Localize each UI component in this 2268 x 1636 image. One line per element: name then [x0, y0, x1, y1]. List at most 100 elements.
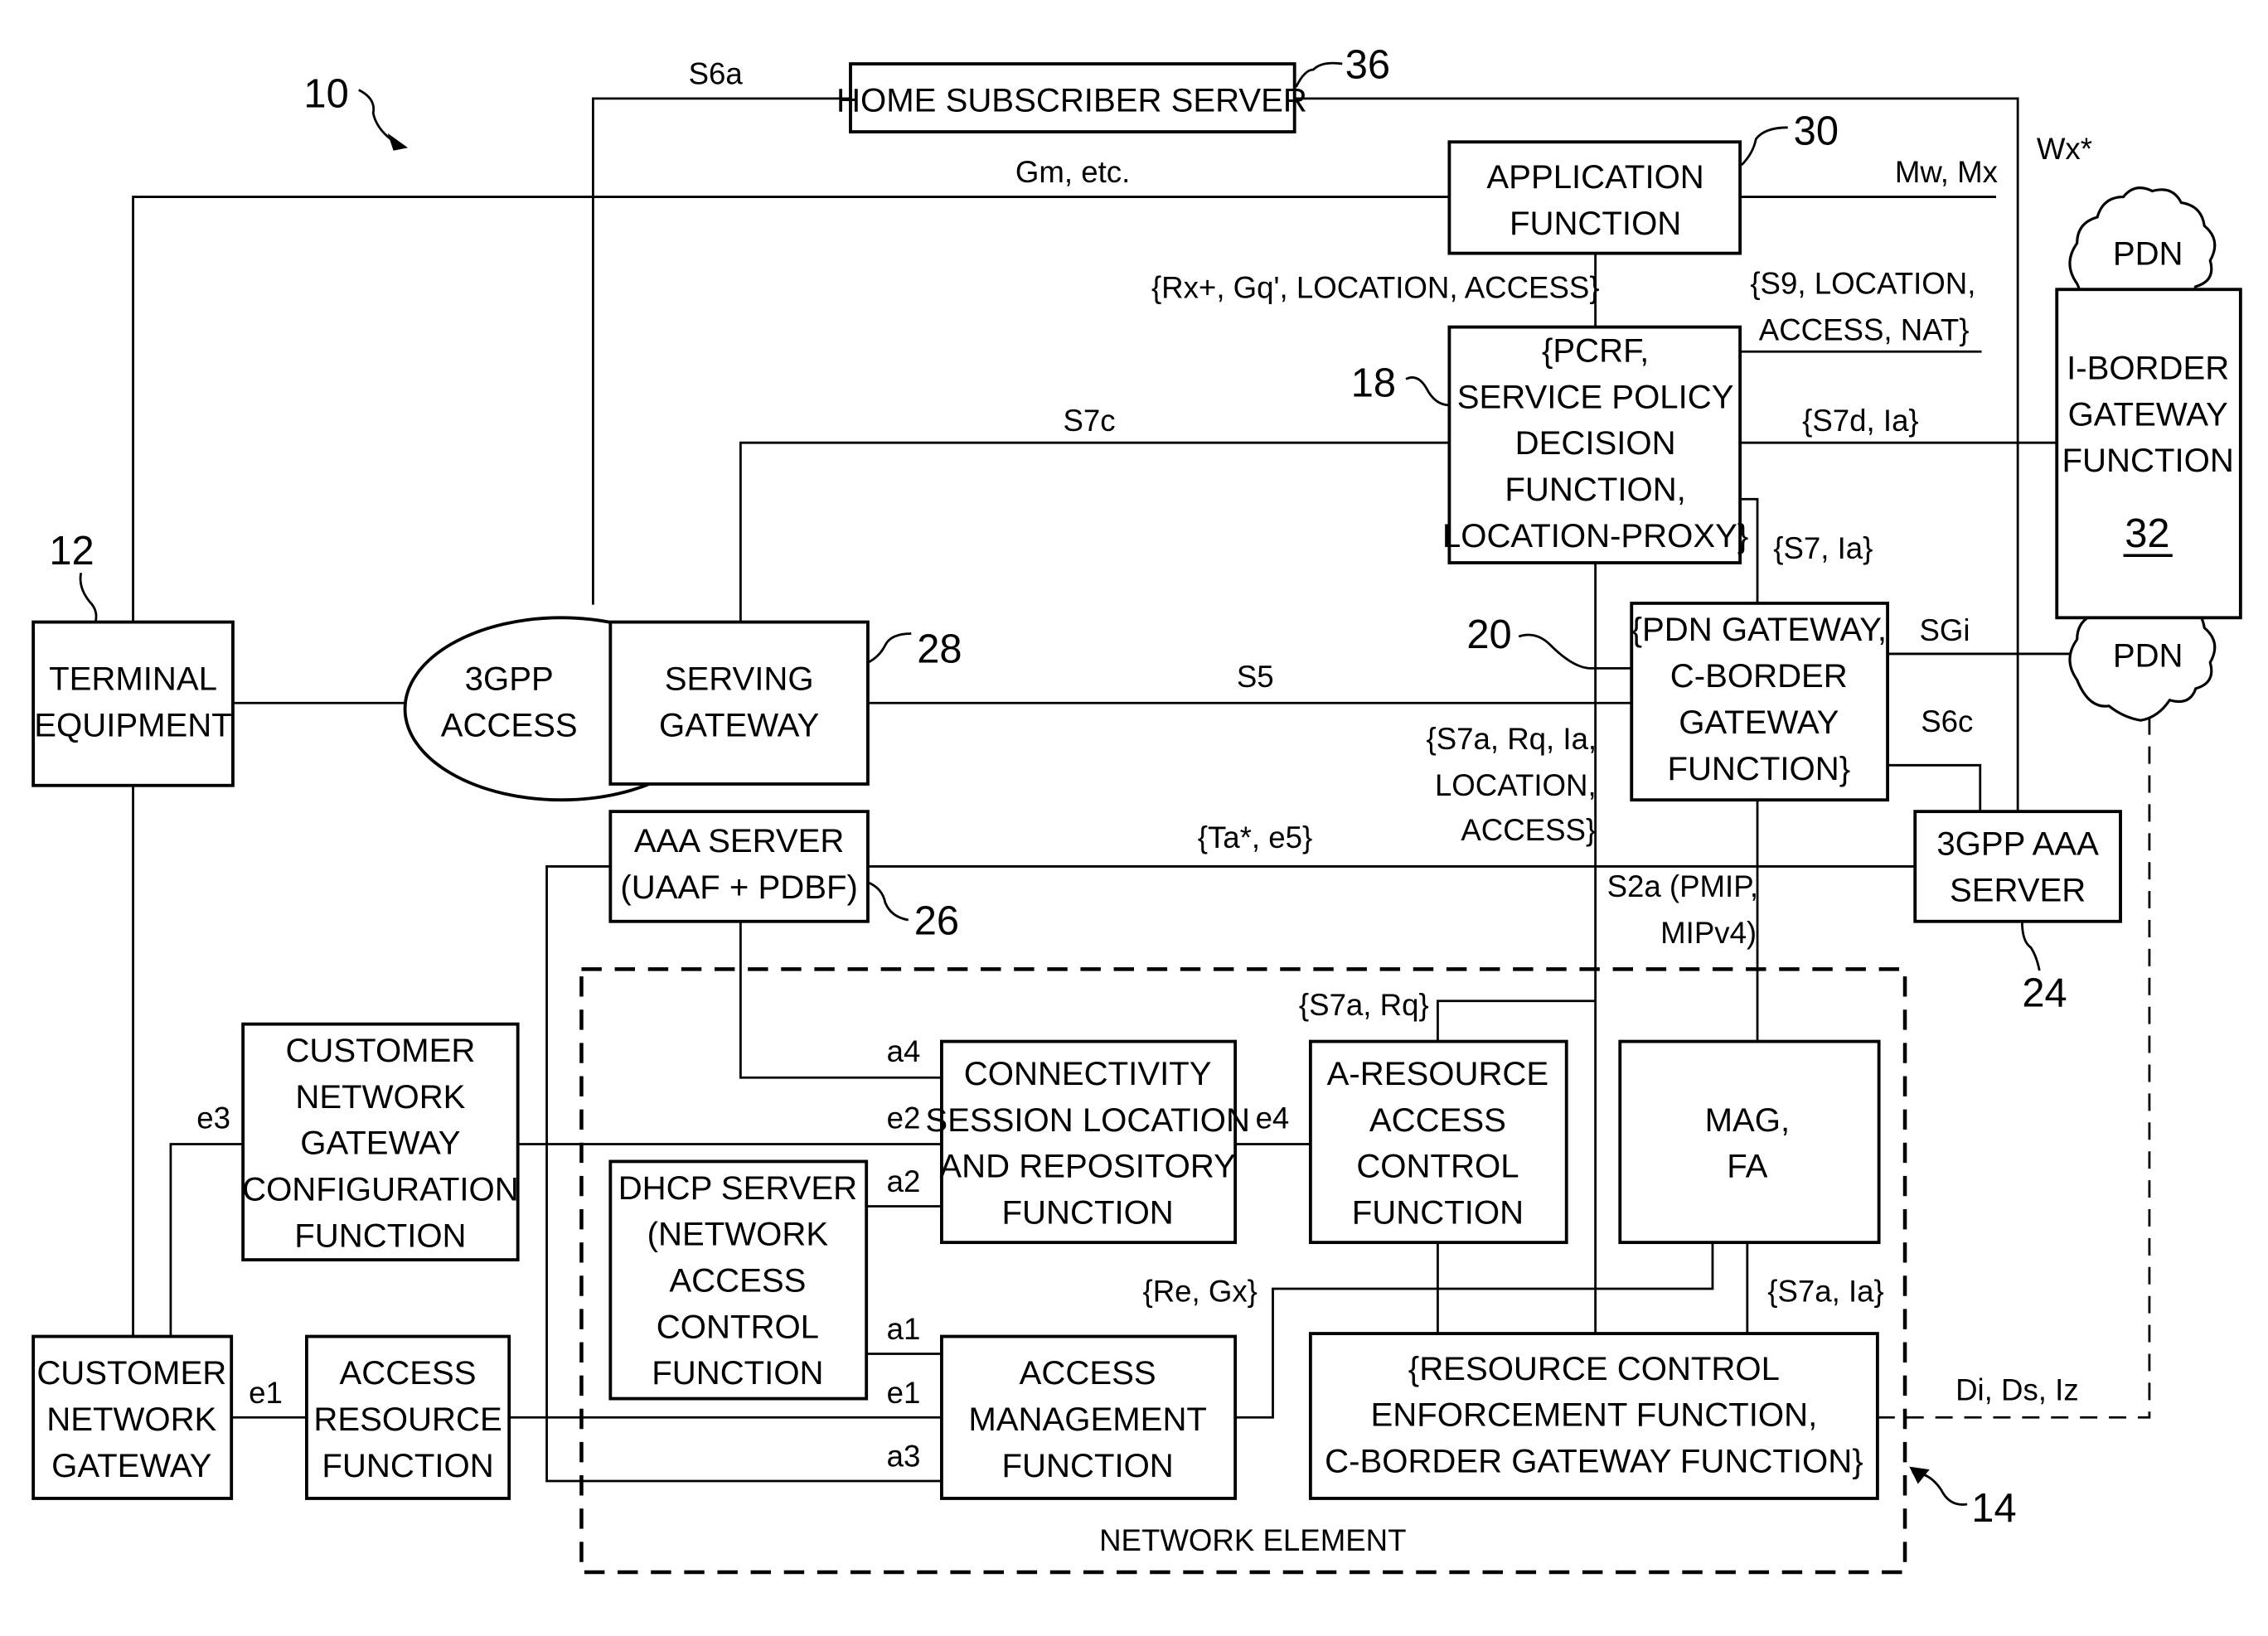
sgw-label-line: GATEWAY [659, 706, 819, 743]
leader-24 [2020, 921, 2041, 971]
label-s7a-ia: {S7a, Ia} [1767, 1275, 1884, 1309]
arrow-head-10 [387, 133, 409, 151]
label-s7: {S7, Ia} [1773, 531, 1873, 565]
dhcp-label-line: (NETWORK [647, 1216, 829, 1253]
sgw-label-line: SERVING [665, 661, 814, 698]
aaa-label-line: AAA SERVER [634, 822, 845, 859]
ref-32: 32 [2125, 511, 2169, 556]
ibgf-label-line: GATEWAY [2068, 395, 2228, 433]
dhcp-label-line: FUNCTION [652, 1354, 823, 1392]
te-label-line: TERMINAL [49, 661, 217, 698]
ibgf-label-line: I-BORDER [2067, 349, 2229, 386]
pdn_top-label-line: PDN [2113, 235, 2183, 273]
ref-26: 26 [914, 898, 959, 943]
af-label-line: FUNCTION [1510, 205, 1681, 242]
clf-label-line: SESSION LOCATION [925, 1101, 1250, 1139]
cngcf-label-line: CUSTOMER [285, 1032, 475, 1069]
mag-label-line: MAG, [1705, 1101, 1791, 1139]
leader-20 [1518, 633, 1632, 670]
label-a2: a2 [887, 1164, 921, 1198]
label-s6c: S6c [1921, 704, 1973, 738]
link-s6a [592, 97, 850, 605]
amf-label-line: MANAGEMENT [968, 1401, 1207, 1438]
mag-label-line: FA [1727, 1148, 1767, 1185]
cngcf-label-line: CONFIGURATION [242, 1171, 519, 1208]
label-s9-line2: ACCESS, NAT} [1759, 312, 1970, 346]
label-re-gx: {Re, Gx} [1142, 1275, 1257, 1309]
aaa-label-line: (UAAF + PDBF) [620, 869, 857, 906]
amf-label-line: FUNCTION [1002, 1447, 1174, 1484]
cngcf-label-line: FUNCTION [294, 1217, 466, 1254]
link-e3 [169, 1143, 244, 1337]
label-e4: e4 [1256, 1101, 1290, 1135]
pcrf-label-line: {PCRF, [1542, 332, 1649, 369]
label-e3: e3 [196, 1101, 230, 1135]
ref-30: 30 [1794, 109, 1839, 154]
label-wx: Wx* [2037, 132, 2092, 166]
pgw-label-line: FUNCTION} [1667, 750, 1850, 787]
label-di-ds-iz: Di, Ds, Iz [1955, 1372, 2079, 1406]
pcrf-label-line: LOCATION-PROXY} [1442, 517, 1748, 554]
aaa3gpp-label-line: SERVER [1950, 871, 2086, 908]
label-s2a-2: MIPv4) [1660, 916, 1757, 950]
rcef-label-line: C-BORDER GATEWAY FUNCTION} [1325, 1443, 1863, 1480]
terminal-equipment-box[interactable] [32, 620, 235, 787]
label-s2a-1: S2a (PMIP, [1607, 869, 1759, 903]
leader-26 [867, 881, 909, 922]
pgw-label-line: GATEWAY [1679, 704, 1839, 741]
label-s7a-rq-ia-2: LOCATION, [1435, 768, 1597, 802]
label-s7d: {S7d, Ia} [1802, 404, 1919, 438]
ibgf-label-line: FUNCTION [2062, 442, 2234, 479]
label-s6a: S6a [689, 56, 744, 90]
label-a3: a3 [887, 1440, 921, 1474]
mag-fa-box[interactable] [1618, 1039, 1881, 1245]
clf-label-line: FUNCTION [1002, 1193, 1174, 1231]
label-mwmx: Mw, Mx [1895, 155, 1998, 189]
clf-label-line: AND REPOSITORY [939, 1148, 1236, 1185]
cng-label-line: NETWORK [46, 1401, 216, 1438]
label-rx: {Rx+, Gq', LOCATION, ACCESS} [1151, 271, 1600, 305]
leader-30 [1740, 126, 1788, 167]
label-a4: a4 [887, 1034, 921, 1068]
ref-20: 20 [1466, 612, 1511, 657]
label-s9-line1: {S9, LOCATION, [1750, 266, 1975, 300]
aracf-label-line: CONTROL [1356, 1148, 1519, 1185]
link-s6c [1888, 763, 1982, 812]
dhcp-label-line: CONTROL [657, 1308, 819, 1345]
pcrf-label-line: SERVICE POLICY [1457, 378, 1734, 415]
ref-36: 36 [1345, 42, 1390, 87]
pdn_mid-label-line: PDN [2113, 637, 2183, 675]
ref-14: 14 [1971, 1486, 2016, 1531]
pcrf-label-line: DECISION [1515, 424, 1676, 462]
arf-label-line: FUNCTION [322, 1447, 493, 1484]
aracf-label-line: A-RESOURCE [1327, 1055, 1549, 1092]
leader-18 [1405, 376, 1450, 407]
cng-label-line: CUSTOMER [36, 1354, 226, 1392]
arf-label-line: RESOURCE [313, 1401, 502, 1438]
aracf-label-line: FUNCTION [1352, 1193, 1524, 1231]
clf-label-line: CONNECTIVITY [964, 1055, 1212, 1092]
label-s7a-rq: {S7a, Rq} [1299, 988, 1429, 1022]
label-e1-inner: e1 [887, 1376, 921, 1410]
access3gpp-label-line: 3GPP [465, 661, 554, 698]
link-s7a-rq [1437, 1000, 1596, 1042]
label-a1: a1 [887, 1312, 921, 1346]
leader-12 [79, 572, 98, 622]
ref-28: 28 [917, 627, 962, 671]
ref-12: 12 [49, 529, 94, 574]
ref-18: 18 [1351, 361, 1396, 405]
label-e2: e2 [887, 1101, 921, 1135]
pgw-label-line: C-BORDER [1670, 657, 1848, 695]
label-sgi: SGi [1919, 613, 1970, 647]
af-label-line: APPLICATION [1486, 158, 1703, 196]
link-gm [132, 196, 1450, 622]
serving-gateway-box[interactable] [608, 620, 870, 786]
ref-24: 24 [2022, 971, 2067, 1016]
dhcp-label-line: ACCESS [669, 1261, 806, 1299]
aracf-label-line: ACCESS [1369, 1101, 1506, 1139]
label-e1: e1 [249, 1376, 283, 1410]
network-architecture-diagram: HOME SUBSCRIBER SERVER APPLICATION FUNCTIO… [32, 42, 2242, 1575]
link-s7c [739, 441, 1450, 622]
ref-10: 10 [303, 71, 348, 116]
pgw-label-line: {PDN GATEWAY, [1631, 611, 1887, 648]
